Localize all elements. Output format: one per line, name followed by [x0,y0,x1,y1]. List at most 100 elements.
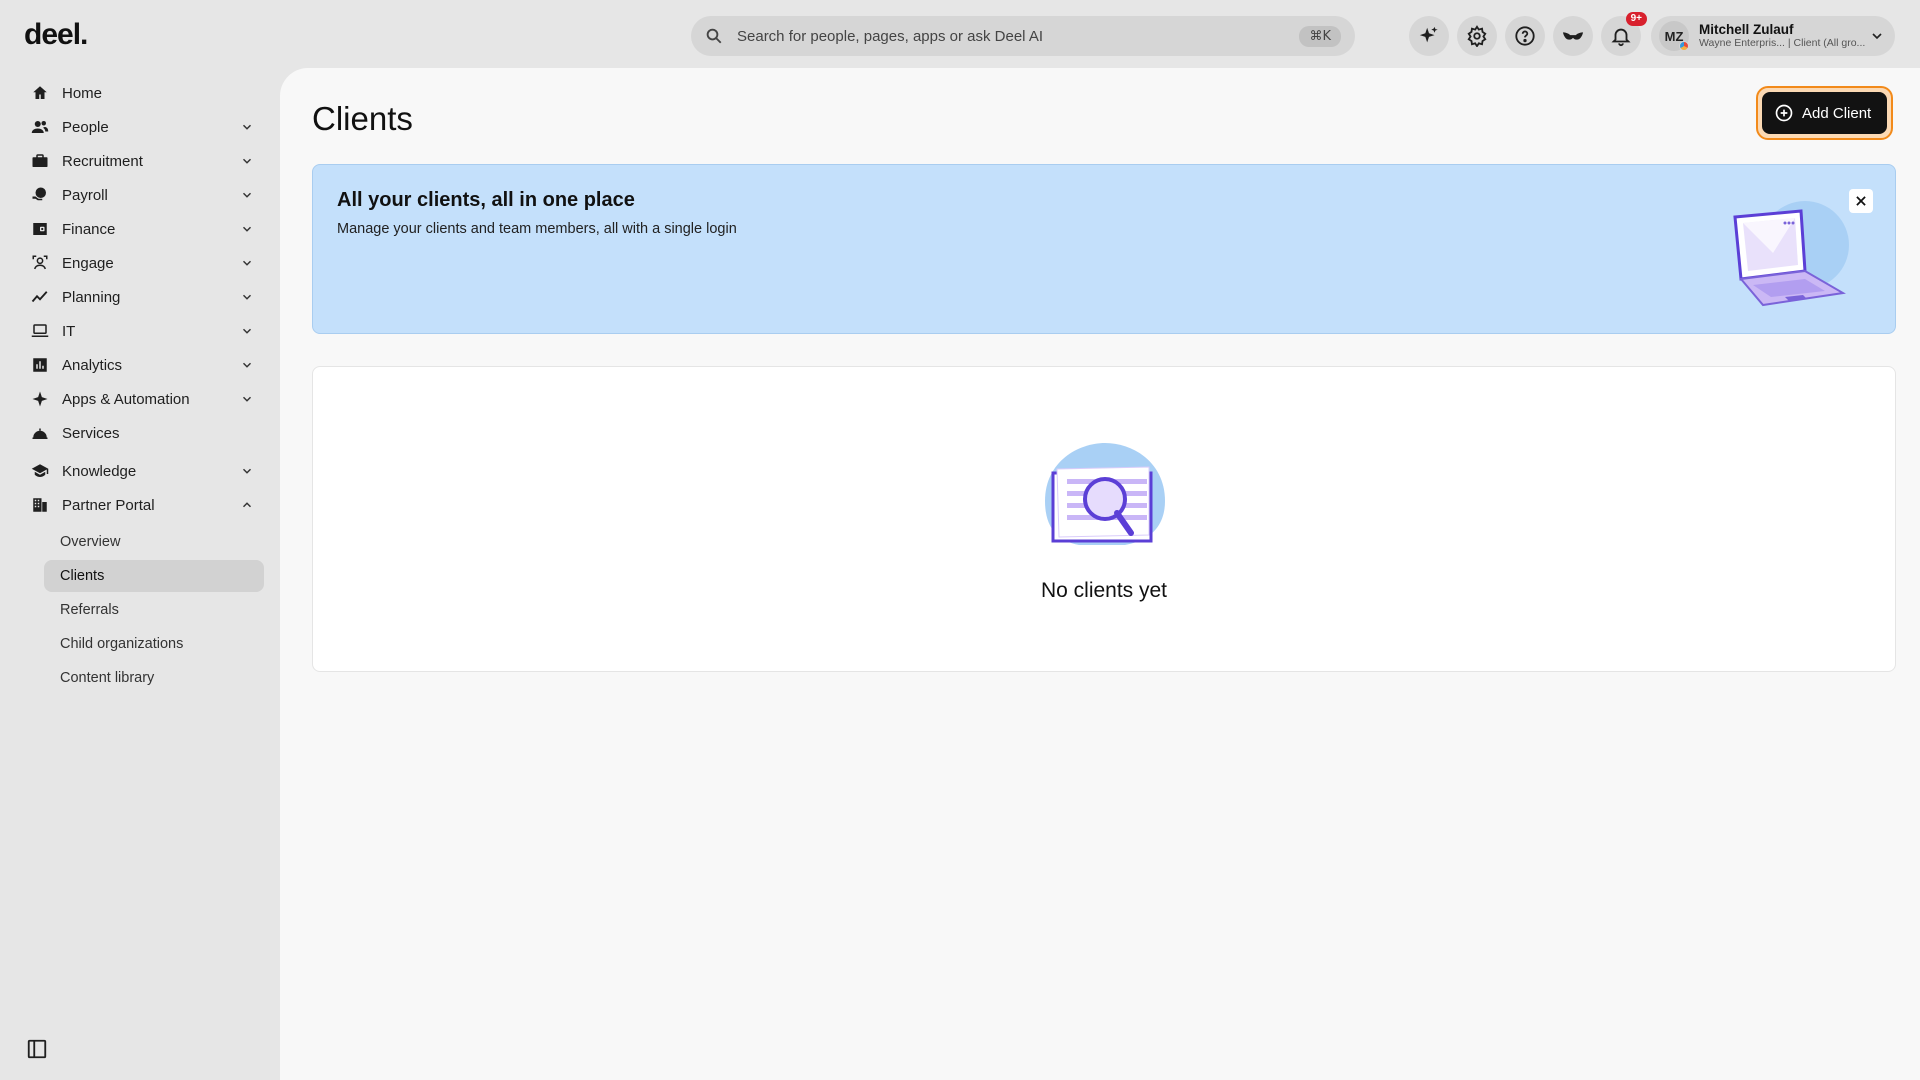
sidebar-item-label: Planning [62,288,121,306]
laptop-icon [30,321,50,341]
avatar: MZ [1659,21,1689,51]
deel-logo[interactable]: deel. [24,18,88,52]
sidebar-item-partner-portal[interactable]: Partner Portal [18,488,266,522]
sidebar-item-analytics[interactable]: Analytics [18,348,266,382]
add-client-focus-ring: Add Client [1756,86,1894,140]
chevron-down-icon [242,294,252,300]
sidebar-item-it[interactable]: IT [18,314,266,348]
search-shortcut-badge: ⌘K [1299,25,1341,47]
sidebar-item-label: Finance [62,220,116,238]
sidebar-item-label: Home [62,84,103,102]
sidebar-subitem-label: Clients [60,568,105,584]
profile-menu[interactable]: MZ Mitchell Zulauf Wayne Enterpris... | … [1651,16,1895,56]
sidebar-item-label: Engage [62,254,114,272]
top-actions: 9+ [1409,12,1647,56]
sidebar-item-label: Services [62,424,120,442]
sidebar-item-people[interactable]: People [18,110,266,144]
sidebar-subitem-overview[interactable]: Overview [44,526,264,558]
sidebar-subitem-content-library[interactable]: Content library [44,662,264,694]
sidebar-item-payroll[interactable]: Payroll [18,178,266,212]
banner-close-button[interactable] [1849,189,1873,213]
settings-button[interactable] [1457,16,1497,56]
chevron-down-icon [242,260,252,266]
sidebar-subitem-label: Content library [60,670,155,686]
profile-name: Mitchell Zulauf [1699,21,1794,37]
chevron-up-icon [242,502,252,508]
org-logo-icon [1679,41,1689,51]
briefcase-icon [30,151,50,171]
incognito-mask-icon [1562,32,1584,40]
sidebar-subitem-label: Referrals [60,602,119,618]
chevron-down-icon [242,362,252,368]
sparkle-icon [30,389,50,409]
profile-subtitle: Wayne Enterpris... | Client (All gro... [1699,37,1866,49]
sidebar-item-label: Analytics [62,356,123,374]
wallet-icon [30,219,50,239]
profile-info: Mitchell Zulauf Wayne Enterpris... | Cli… [1699,21,1869,49]
sidebar: deel. Home People Recruitment Payroll Fi… [0,0,280,1080]
sidebar-item-engage[interactable]: Engage [18,246,266,280]
partner-portal-submenu: Overview Clients Referrals Child organiz… [18,526,266,694]
sidebar-item-finance[interactable]: Finance [18,212,266,246]
help-circle-icon [1515,26,1535,46]
sidebar-item-label: Partner Portal [62,496,155,514]
info-banner: All your clients, all in one place Manag… [312,164,1896,334]
sidebar-item-services[interactable]: Services [18,416,266,450]
chevron-down-icon [242,396,252,402]
chevron-down-icon [242,226,252,232]
payroll-icon [30,185,50,205]
sidebar-subitem-child-organizations[interactable]: Child organizations [44,628,264,660]
chevron-down-icon [242,192,252,198]
notification-count-badge: 9+ [1625,12,1647,26]
help-button[interactable] [1505,16,1545,56]
trend-icon [30,287,50,307]
bell-icon [1611,28,1631,47]
sidebar-item-home[interactable]: Home [18,76,266,110]
close-icon [1856,196,1866,206]
empty-state-message: No clients yet [1040,579,1168,602]
global-search[interactable]: ⌘K [691,16,1355,56]
people-icon [30,117,50,137]
banner-title: All your clients, all in one place [337,189,635,211]
chevron-down-icon [242,328,252,334]
add-client-button[interactable]: Add Client [1762,92,1888,134]
magnifier-document-illustration [1045,443,1165,545]
building-icon [30,495,50,515]
clients-empty-state: No clients yet [312,366,1896,672]
chevron-down-icon [242,158,252,164]
add-client-label: Add Client [1802,104,1872,122]
graduation-cap-icon [30,461,50,481]
gear-icon [1467,25,1487,47]
sidebar-item-label: Apps & Automation [62,390,190,408]
chevron-down-icon [242,468,252,474]
sidebar-item-label: Recruitment [62,152,143,170]
sidebar-item-knowledge[interactable]: Knowledge [18,454,266,488]
sidebar-collapse-icon[interactable] [26,1038,48,1060]
sidebar-item-planning[interactable]: Planning [18,280,266,314]
sidebar-subitem-clients[interactable]: Clients [44,560,264,592]
sparkle-icon [1419,26,1438,43]
sidebar-item-apps-automation[interactable]: Apps & Automation [18,382,266,416]
sidebar-subitem-referrals[interactable]: Referrals [44,594,264,626]
search-input[interactable] [737,27,1300,45]
sidebar-item-label: People [62,118,109,136]
service-bell-icon [30,423,50,443]
sidebar-item-label: Knowledge [62,462,137,480]
incognito-button[interactable] [1553,16,1593,56]
laptop-illustration [1733,201,1849,307]
sidebar-subitem-label: Overview [60,534,121,550]
home-icon [30,83,50,103]
notifications-button[interactable]: 9+ [1601,12,1647,56]
search-icon [706,28,722,44]
main-content: Clients Add Client All your clients, all… [280,68,1920,1080]
chevron-down-icon [242,124,252,130]
sidebar-item-label: Payroll [62,186,108,204]
banner-subtitle: Manage your clients and team members, al… [337,221,737,237]
sidebar-subitem-label: Child organizations [60,636,184,652]
sidebar-item-recruitment[interactable]: Recruitment [18,144,266,178]
ai-assistant-button[interactable] [1409,16,1449,56]
chevron-down-icon [1872,33,1882,40]
analytics-icon [30,355,50,375]
page-title: Clients [312,100,413,137]
plus-circle-icon [1775,104,1793,122]
